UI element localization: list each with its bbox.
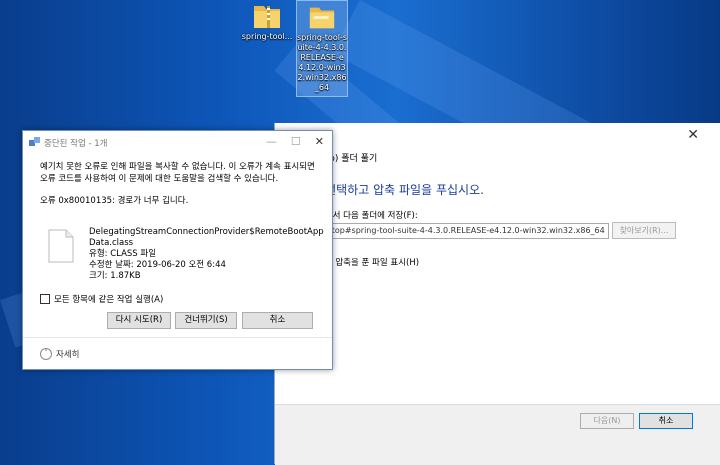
copy-icon <box>29 137 40 146</box>
retry-button[interactable]: 다시 시도(R) <box>107 312 171 329</box>
divider <box>23 337 332 338</box>
details-label: 자세히 <box>56 350 80 360</box>
desktop-icon-label: spring-tool... <box>241 32 293 41</box>
file-size: 크기: 1.87KB <box>89 271 141 281</box>
browse-button[interactable]: 찾아보기(R)... <box>612 222 676 239</box>
extract-wizard-window: ✕ (Zip) 폴더 풀기 - 선택하고 압축 파일을 푸십시오. 풀어서 다음… <box>274 123 720 465</box>
close-icon[interactable]: ✕ <box>687 127 699 143</box>
dialog-titlebar: 중단된 작업 - 1개 —☐✕ <box>23 131 332 153</box>
desktop-icon-folder[interactable]: spring-tool-suite-4-4.3.0.RELEASE-e4.12.… <box>296 0 348 97</box>
file-type: 유형: CLASS 파일 <box>89 249 157 259</box>
next-button[interactable]: 다음(N) <box>580 413 634 429</box>
file-icon <box>48 229 74 263</box>
error-code: 오류 0x80010135: 경로가 너무 깁니다. <box>40 196 189 206</box>
skip-button[interactable]: 건너뛰기(S) <box>175 312 237 329</box>
file-info: DelegatingStreamConnectionProvider$Remot… <box>89 227 329 282</box>
interrupted-action-dialog: 중단된 작업 - 1개 —☐✕ 예기치 못한 오류로 인해 파일을 복사할 수 … <box>22 130 333 370</box>
checkbox-box[interactable] <box>40 294 50 304</box>
apply-all-checkbox[interactable]: 모든 항목에 같은 작업 실행(A) <box>40 293 163 305</box>
chevron-down-icon: ˅ <box>40 348 52 360</box>
minimize-icon[interactable]: — <box>266 135 291 148</box>
window-controls: —☐✕ <box>266 135 324 148</box>
zip-folder-icon <box>254 6 280 28</box>
error-message: 예기치 못한 오류로 인해 파일을 복사할 수 없습니다. 이 오류가 계속 표… <box>40 162 315 184</box>
close-icon[interactable]: ✕ <box>315 135 324 148</box>
file-name: DelegatingStreamConnectionProvider$Remot… <box>89 227 324 248</box>
apply-all-label: 모든 항목에 같은 작업 실행(A) <box>54 295 164 305</box>
cancel-button[interactable]: 취소 <box>242 312 313 329</box>
wizard-cancel-button[interactable]: 취소 <box>639 413 693 429</box>
destination-path-input[interactable]: esktop#spring-tool-suite-4-4.3.0.RELEASE… <box>315 223 609 239</box>
desktop-icon-label: spring-tool-suite-4-4.3.0.RELEASE-e4.12.… <box>297 33 347 92</box>
details-toggle[interactable]: ˅ 자세히 <box>40 348 79 360</box>
dialog-title: 중단된 작업 - 1개 <box>44 139 108 149</box>
desktop-icon-zip[interactable]: spring-tool... <box>240 0 294 56</box>
file-modified: 수정한 날짜: 2019-06-20 오전 6:44 <box>89 260 226 270</box>
maximize-icon[interactable]: ☐ <box>291 135 315 148</box>
folder-icon <box>309 7 335 29</box>
wizard-heading: - 선택하고 압축 파일을 푸십시오. <box>317 183 484 197</box>
